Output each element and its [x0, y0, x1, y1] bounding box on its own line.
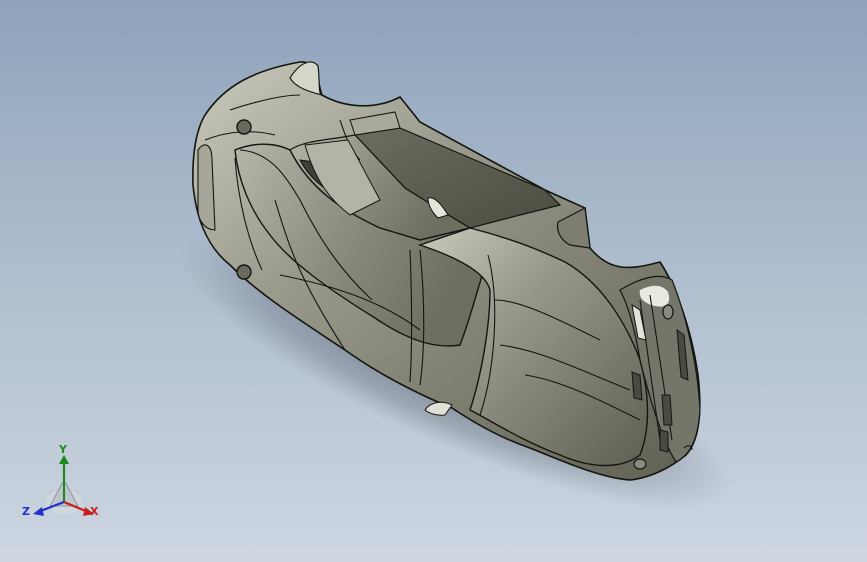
headlight-lower [633, 458, 647, 470]
headlight-upper [662, 304, 674, 320]
triad-x-label: X [90, 505, 99, 518]
graphics-viewport[interactable]: Y X Z [0, 0, 867, 562]
rear-scoop [197, 144, 216, 231]
triad-z-label: Z [22, 505, 30, 518]
car-body-model[interactable] [0, 0, 867, 562]
rear-light-bottom [236, 264, 252, 280]
triad-y-label: Y [59, 443, 67, 456]
rear-light-top [236, 119, 252, 135]
coordinate-triad: Y X Z [22, 444, 106, 524]
